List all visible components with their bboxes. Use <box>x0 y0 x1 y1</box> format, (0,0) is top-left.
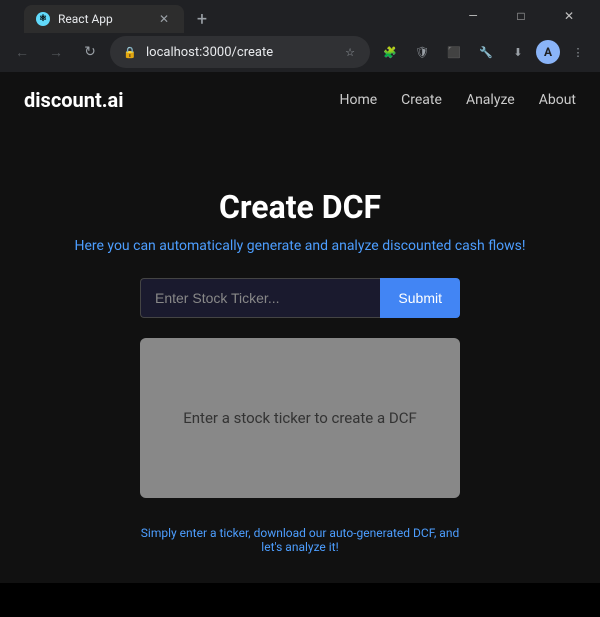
extension-icon-2[interactable]: 🛡 <box>408 38 436 66</box>
refresh-button[interactable]: ↻ <box>76 38 104 66</box>
minimize-button[interactable]: — <box>450 0 496 32</box>
browser-chrome: ⚛ React App ✕ + — □ ✕ ← → ↻ 🔒 localhost:… <box>0 0 600 72</box>
extension-icon-1[interactable]: 🧩 <box>376 38 404 66</box>
maximize-button[interactable]: □ <box>498 0 544 32</box>
extension-icon-5[interactable]: ⬇ <box>504 38 532 66</box>
page-subtitle: Here you can automatically generate and … <box>75 238 526 254</box>
address-bar[interactable]: 🔒 localhost:3000/create ☆ <box>110 36 370 68</box>
url-text: localhost:3000/create <box>146 45 334 60</box>
ticker-input[interactable] <box>140 278 380 318</box>
main-content: Create DCF Here you can automatically ge… <box>0 128 600 554</box>
lock-icon: 🔒 <box>122 44 138 60</box>
tab-close-button[interactable]: ✕ <box>156 11 172 27</box>
tab-title: React App <box>58 12 148 26</box>
footer-hint: Simply enter a ticker, download our auto… <box>130 526 470 554</box>
nav-analyze[interactable]: Analyze <box>466 92 515 108</box>
new-tab-button[interactable]: + <box>188 5 216 33</box>
submit-button[interactable]: Submit <box>380 278 460 318</box>
profile-avatar[interactable]: A <box>536 40 560 64</box>
extension-icon-3[interactable]: ⬛ <box>440 38 468 66</box>
logo: discount.ai <box>24 88 124 112</box>
website: discount.ai Home Create Analyze About Cr… <box>0 72 600 583</box>
menu-icon[interactable]: ⋮ <box>564 38 592 66</box>
placeholder-box-text: Enter a stock ticker to create a DCF <box>183 409 417 427</box>
navbar: discount.ai Home Create Analyze About <box>0 72 600 128</box>
tab-favicon: ⚛ <box>36 12 50 26</box>
nav-links: Home Create Analyze About <box>339 92 576 108</box>
extension-icon-4[interactable]: 🔧 <box>472 38 500 66</box>
address-icons: ☆ <box>342 44 358 60</box>
extensions-area: 🧩 🛡 ⬛ 🔧 ⬇ A ⋮ <box>376 38 592 66</box>
address-bar-row: ← → ↻ 🔒 localhost:3000/create ☆ 🧩 🛡 ⬛ 🔧 … <box>0 32 600 72</box>
page-title: Create DCF <box>219 188 381 226</box>
forward-button[interactable]: → <box>42 38 70 66</box>
title-bar: ⚛ React App ✕ + — □ ✕ <box>0 0 600 32</box>
window-buttons: — □ ✕ <box>450 0 592 32</box>
close-button[interactable]: ✕ <box>546 0 592 32</box>
back-button[interactable]: ← <box>8 38 36 66</box>
nav-home[interactable]: Home <box>339 92 377 108</box>
dcf-placeholder-box: Enter a stock ticker to create a DCF <box>140 338 460 498</box>
nav-create[interactable]: Create <box>401 92 442 108</box>
tab-bar: ⚛ React App ✕ + <box>16 0 450 33</box>
nav-about[interactable]: About <box>539 92 576 108</box>
ticker-input-row: Submit <box>140 278 460 318</box>
active-tab[interactable]: ⚛ React App ✕ <box>24 5 184 33</box>
star-icon[interactable]: ☆ <box>342 44 358 60</box>
